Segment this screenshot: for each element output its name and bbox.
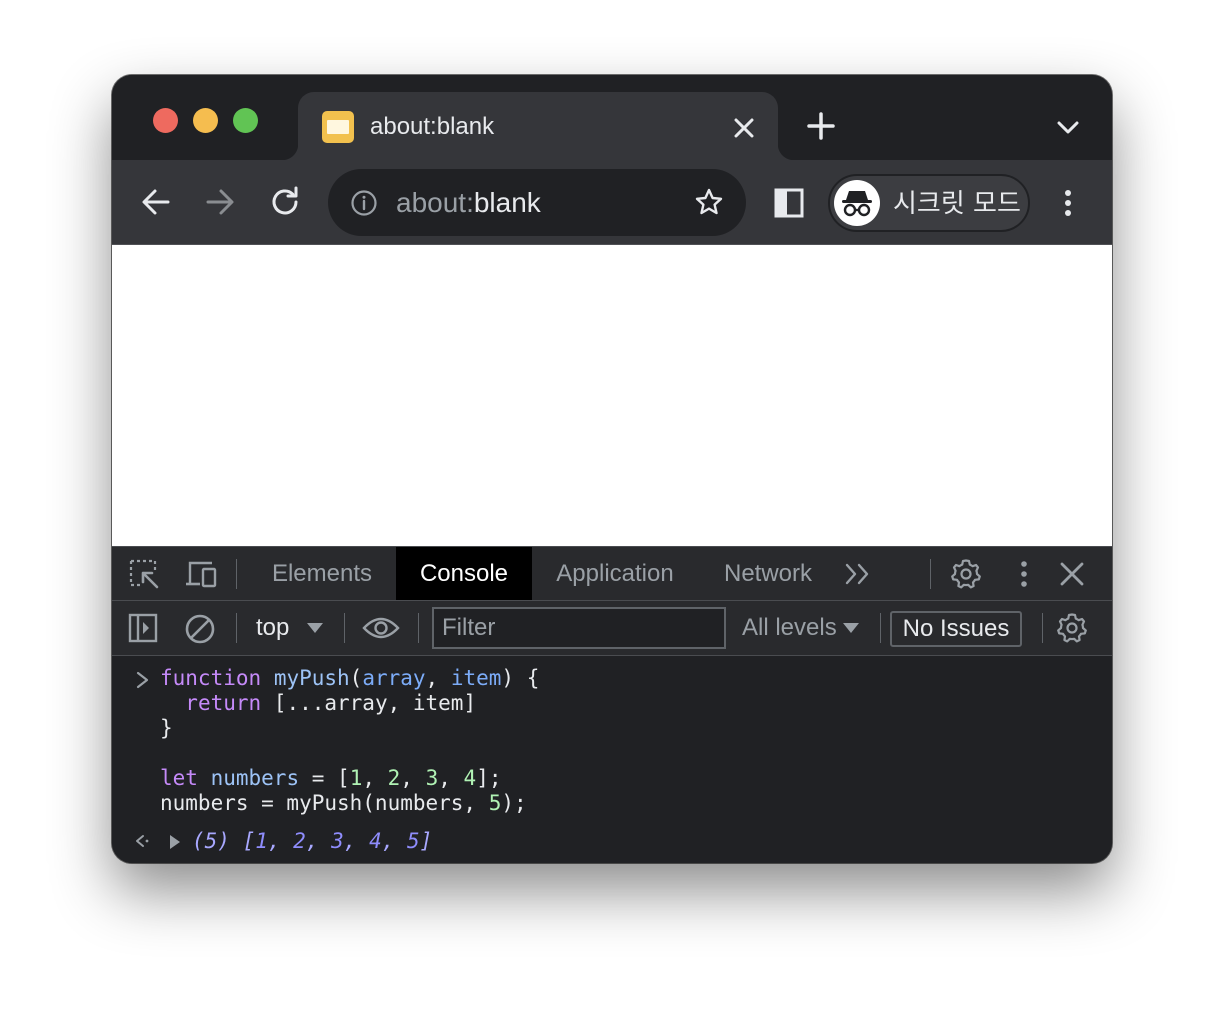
star-icon[interactable] (694, 187, 724, 217)
address-bar[interactable]: about:blank (328, 169, 746, 236)
browser-window: about:blank about:blank 시크릿 모드 Elements … (112, 75, 1112, 863)
result-return-icon (136, 835, 149, 847)
tab-console[interactable]: Console (396, 547, 532, 600)
close-window-button[interactable] (153, 108, 178, 133)
caret-down-icon[interactable] (842, 621, 860, 635)
tab-network[interactable]: Network (704, 547, 832, 600)
page-favicon-icon (322, 111, 354, 143)
inspect-element-icon[interactable] (128, 558, 160, 590)
forward-arrow-icon[interactable] (202, 184, 238, 220)
tab-application[interactable]: Application (540, 547, 690, 600)
settings-gear-icon[interactable] (1056, 612, 1088, 644)
incognito-profile-button[interactable]: 시크릿 모드 (828, 174, 1030, 232)
console-input-line: return [...array, item] (185, 691, 477, 715)
context-selector[interactable]: top (256, 613, 289, 643)
back-arrow-icon[interactable] (138, 184, 174, 220)
address-scheme: about: (396, 187, 474, 218)
address-text: about:blank (396, 186, 541, 220)
reload-icon[interactable] (267, 184, 303, 220)
kebab-menu-icon[interactable] (1052, 185, 1084, 221)
caret-down-icon[interactable] (306, 621, 324, 635)
browser-toolbar: about:blank 시크릿 모드 (112, 160, 1112, 244)
new-tab-plus-icon[interactable] (804, 109, 838, 143)
tab-elements[interactable]: Elements (256, 547, 388, 600)
tab-about-blank[interactable]: about:blank (282, 92, 794, 160)
close-icon[interactable] (730, 114, 758, 142)
issues-button[interactable]: No Issues (890, 611, 1022, 647)
console-toolbar: top All levels No Issues (112, 601, 1112, 656)
more-tabs-icon[interactable] (844, 562, 872, 586)
kebab-menu-icon[interactable] (1012, 558, 1036, 590)
console-input-line: numbers = myPush(numbers, 5); (160, 791, 527, 815)
incognito-icon (842, 191, 872, 217)
tab-title: about:blank (370, 113, 495, 140)
toolbar-divider (236, 613, 237, 643)
settings-gear-icon[interactable] (950, 558, 982, 590)
console-output-line[interactable]: (5) [1, 2, 3, 4, 5] (192, 829, 432, 854)
zoom-window-button[interactable] (233, 108, 258, 133)
clear-console-icon[interactable] (184, 613, 216, 645)
toolbar-divider (236, 559, 237, 589)
address-path: blank (473, 187, 541, 218)
console-input-line: } (160, 716, 173, 740)
eye-icon[interactable] (362, 614, 400, 642)
side-panel-icon[interactable] (772, 186, 806, 220)
chevron-right-icon (136, 671, 149, 689)
console-input-line: function myPush(array, item) { (160, 666, 540, 690)
devtools-tab-bar: Elements Console Application Network (112, 546, 1112, 601)
log-levels-dropdown[interactable]: All levels (742, 613, 837, 643)
device-toolbar-icon[interactable] (184, 558, 218, 590)
close-icon[interactable] (1058, 560, 1086, 588)
sidebar-toggle-icon[interactable] (128, 613, 158, 643)
filter-input[interactable] (434, 609, 724, 647)
incognito-label: 시크릿 모드 (893, 189, 1021, 219)
console-input-line: let numbers = [1, 2, 3, 4]; (160, 766, 502, 790)
toolbar-divider (1042, 613, 1043, 643)
minimize-window-button[interactable] (193, 108, 218, 133)
avatar (834, 180, 880, 226)
info-icon[interactable] (350, 189, 378, 217)
toolbar-divider (418, 613, 419, 643)
toolbar-divider (344, 613, 345, 643)
toolbar-divider (930, 559, 931, 589)
console-panel[interactable]: function myPush(array, item) { return [.… (112, 656, 1112, 863)
chevron-down-icon[interactable] (1054, 113, 1082, 141)
toolbar-divider (880, 613, 881, 643)
expand-triangle-icon[interactable] (168, 833, 182, 851)
page-viewport[interactable] (112, 244, 1112, 546)
tab-strip: about:blank (112, 75, 1112, 160)
filter-input-wrapper (432, 607, 726, 649)
